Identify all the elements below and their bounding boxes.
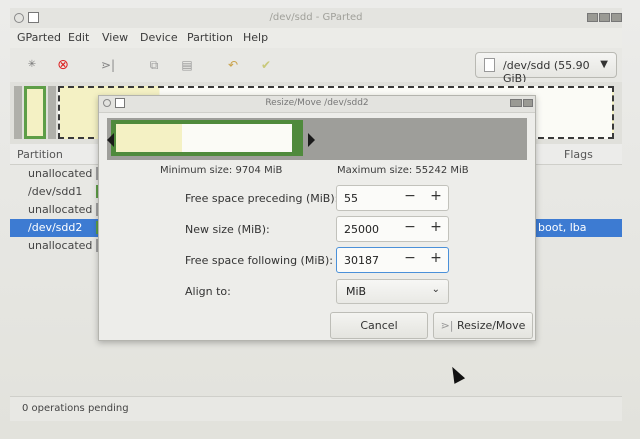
paste-icon[interactable]: ▤ (178, 57, 196, 73)
status-bar: 0 operations pending (10, 396, 622, 421)
disk-map-unallocated[interactable] (48, 86, 56, 139)
free-space-preceding-spinner[interactable]: 55 − + (336, 185, 449, 211)
delete-icon[interactable]: ⊗ (54, 57, 72, 73)
partition-bar[interactable] (107, 120, 315, 156)
resize-move-button[interactable]: ⋗| Resize/Move (433, 312, 533, 339)
new-size-value[interactable]: 25000 (344, 223, 379, 236)
resize-graphic[interactable] (107, 118, 527, 160)
dialog-title: Resize/Move /dev/sdd2 (265, 98, 369, 108)
undo-icon[interactable]: ↶ (224, 57, 242, 73)
dialog-titlebar: Resize/Move /dev/sdd2 (99, 96, 535, 113)
resize-move-icon[interactable]: ⋗| (99, 57, 117, 73)
main-titlebar: /dev/sdd - GParted (10, 8, 622, 29)
maximum-size-label: Maximum size: 55242 MiB (337, 165, 469, 176)
left-resize-handle[interactable] (107, 133, 114, 147)
increment-button[interactable]: + (425, 188, 447, 204)
dialog-close-icon[interactable] (523, 99, 533, 107)
free-space-following-spinner[interactable]: 30187 − + (336, 247, 449, 273)
cancel-button[interactable]: Cancel (330, 312, 428, 339)
chevron-down-icon: ▼ (600, 59, 608, 70)
align-to-select[interactable]: MiB ⌄ (336, 279, 449, 304)
menu-view[interactable]: View (102, 31, 128, 44)
column-partition[interactable]: Partition (17, 148, 63, 161)
menu-partition[interactable]: Partition (187, 31, 233, 44)
minimum-size-label: Minimum size: 9704 MiB (160, 165, 283, 176)
status-text: 0 operations pending (22, 403, 129, 414)
used-space-bar (116, 124, 182, 152)
resize-move-dialog: Resize/Move /dev/sdd2 Minimum size: 9704… (98, 95, 536, 341)
decrement-button[interactable]: − (399, 188, 421, 204)
dialog-minimize-icon[interactable] (510, 99, 522, 107)
menu-gparted[interactable]: GParted (17, 31, 61, 44)
increment-button[interactable]: + (425, 219, 447, 235)
new-partition-icon[interactable]: ✳ (23, 57, 41, 73)
minimize-icon[interactable] (587, 13, 598, 22)
menu-device[interactable]: Device (140, 31, 178, 44)
maximize-icon[interactable] (599, 13, 610, 22)
disk-map-unallocated[interactable] (14, 86, 22, 139)
resize-move-label: Resize/Move (456, 319, 526, 332)
partition-name: unallocated (28, 167, 93, 180)
toolbar: ✳ ⊗ ⋗| ⧉ ▤ ↶ ✔ /dev/sdd (55.90 GiB) ▼ (10, 48, 622, 85)
increment-button[interactable]: + (425, 250, 447, 266)
decrement-button[interactable]: − (399, 219, 421, 235)
apply-icon[interactable]: ✔ (257, 57, 275, 73)
free-space-following-value[interactable]: 30187 (344, 254, 379, 267)
close-icon[interactable] (611, 13, 622, 22)
partition-flags: boot, lba (538, 221, 587, 234)
menubar: GParted Edit View Device Partition Help (10, 28, 622, 48)
resize-move-icon: ⋗| (440, 319, 454, 332)
free-space-following-label: Free space following (MiB): (185, 254, 333, 267)
new-size-label: New size (MiB): (185, 223, 270, 236)
copy-icon[interactable]: ⧉ (145, 57, 163, 73)
free-space-preceding-label: Free space preceding (MiB): (185, 192, 339, 205)
new-size-spinner[interactable]: 25000 − + (336, 216, 449, 242)
decrement-button[interactable]: − (399, 250, 421, 266)
chevron-down-icon: ⌄ (431, 284, 440, 295)
menu-help[interactable]: Help (243, 31, 268, 44)
partition-name: unallocated (28, 203, 93, 216)
device-selector[interactable]: /dev/sdd (55.90 GiB) ▼ (475, 52, 617, 85)
free-space-bar (182, 124, 292, 152)
window-title: /dev/sdd - GParted (269, 12, 363, 23)
mouse-pointer-icon (446, 364, 466, 384)
align-to-label: Align to: (185, 285, 231, 298)
partition-name: unallocated (28, 239, 93, 252)
right-resize-handle[interactable] (308, 133, 315, 147)
column-flags[interactable]: Flags (564, 148, 593, 161)
menu-edit[interactable]: Edit (68, 31, 89, 44)
screen: /dev/sdd - GParted GParted Edit View Dev… (0, 0, 640, 439)
partition-name: /dev/sdd1 (28, 185, 83, 198)
partition-name: /dev/sdd2 (28, 221, 83, 234)
align-to-value: MiB (346, 285, 367, 298)
disk-icon (484, 58, 495, 72)
disk-map-sdd1[interactable] (24, 86, 46, 139)
free-space-preceding-value[interactable]: 55 (344, 192, 358, 205)
